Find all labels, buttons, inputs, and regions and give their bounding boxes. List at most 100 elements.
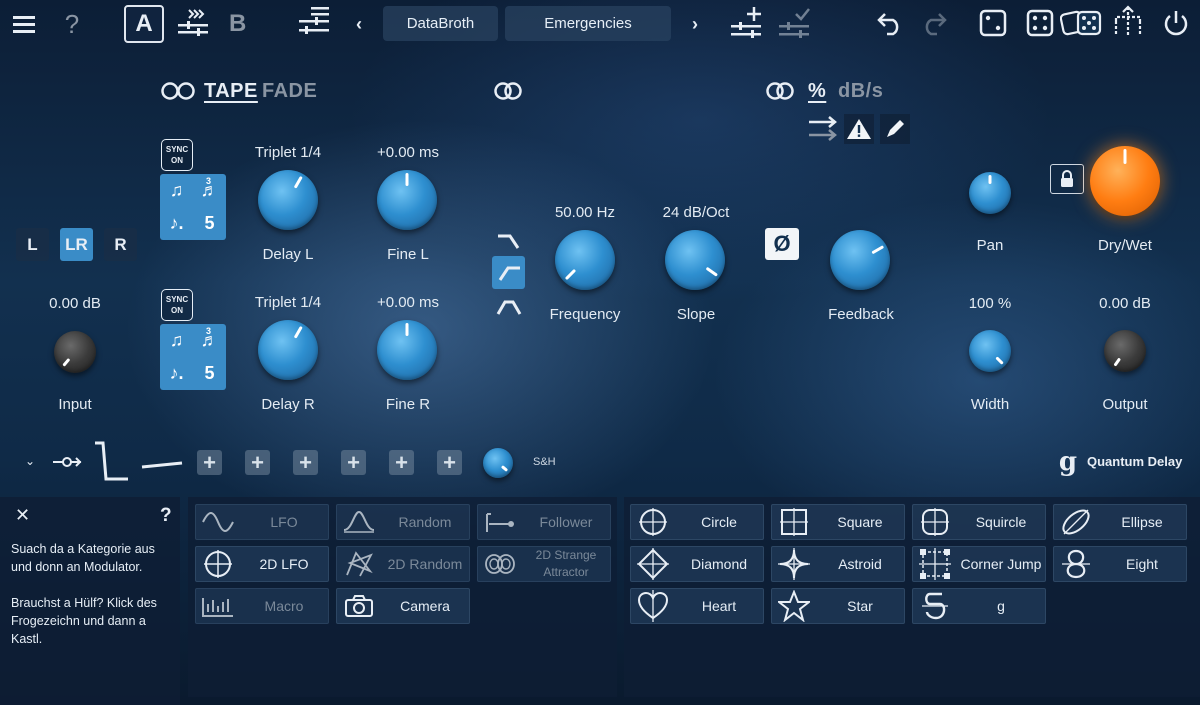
note-grid-l: ♫ ♬ 3 ♪. 5 bbox=[160, 174, 226, 240]
sync-l-button[interactable]: SYNC ON bbox=[161, 139, 193, 171]
collapse-chevron-icon[interactable]: ⌄ bbox=[22, 452, 38, 470]
note-count[interactable]: 5 bbox=[193, 207, 226, 240]
menu-icon[interactable] bbox=[12, 12, 36, 36]
delay-l-knob[interactable] bbox=[258, 170, 318, 230]
lock-icon[interactable] bbox=[1050, 164, 1084, 194]
delay-r-knob[interactable] bbox=[258, 320, 318, 380]
note-count[interactable]: 5 bbox=[193, 357, 226, 390]
modulator-macro-button[interactable]: Macro bbox=[195, 588, 329, 624]
knob-indicator bbox=[1123, 149, 1127, 165]
randomize-all-icon[interactable] bbox=[1060, 6, 1104, 40]
shape-circle-button[interactable]: Circle bbox=[630, 504, 764, 540]
power-icon[interactable] bbox=[1162, 8, 1190, 38]
input-label: Input bbox=[58, 396, 92, 413]
feedback-knob[interactable] bbox=[830, 230, 890, 290]
sync-l-bottom-label: ON bbox=[171, 156, 183, 165]
mod-slot-6[interactable]: + bbox=[437, 450, 462, 475]
mod-slot-5[interactable]: + bbox=[389, 450, 414, 475]
quarter-note-icon[interactable]: ♫ bbox=[160, 324, 193, 357]
modulator-label: 2D Random bbox=[387, 556, 463, 572]
bandpass-filter-button[interactable] bbox=[492, 290, 525, 323]
pan-knob[interactable] bbox=[969, 172, 1011, 214]
triplet-note-icon[interactable]: ♬ 3 bbox=[193, 174, 226, 207]
feedback-dbs-button[interactable]: dB/s bbox=[838, 80, 883, 103]
mod-slot-4[interactable]: + bbox=[341, 450, 366, 475]
modulator-attractor-button[interactable]: 2D Strange Attractor bbox=[477, 546, 611, 582]
redo-icon[interactable] bbox=[918, 8, 948, 38]
feedback-percent-button[interactable]: % bbox=[808, 80, 826, 103]
modulator-lfo-button[interactable]: LFO bbox=[195, 504, 329, 540]
feedback-link-icon[interactable] bbox=[766, 80, 794, 102]
shape-ellipse-button[interactable]: Ellipse bbox=[1053, 504, 1187, 540]
shape-label: Corner Jump bbox=[960, 556, 1042, 572]
prev-preset-icon[interactable]: ‹ bbox=[350, 12, 368, 36]
input-knob[interactable] bbox=[54, 331, 96, 373]
mod-shape-step-icon[interactable] bbox=[92, 440, 132, 482]
preset-bank-selector[interactable]: DataBroth bbox=[383, 6, 498, 41]
slope-knob[interactable] bbox=[665, 230, 725, 290]
mod-source-icon[interactable] bbox=[52, 452, 82, 472]
preset-list-icon[interactable] bbox=[296, 4, 332, 40]
copy-a-to-b-icon[interactable] bbox=[176, 6, 210, 40]
shape-diamond-button[interactable]: Diamond bbox=[630, 546, 764, 582]
channel-l-button[interactable]: L bbox=[16, 228, 49, 261]
preset-name-selector[interactable]: Emergencies bbox=[505, 6, 671, 41]
triplet-note-icon[interactable]: ♬ 3 bbox=[193, 324, 226, 357]
help-question-icon[interactable]: ? bbox=[160, 505, 172, 527]
mod-shape-flat-icon[interactable] bbox=[140, 458, 184, 472]
sync-r-button[interactable]: SYNC ON bbox=[161, 289, 193, 321]
fine-l-knob[interactable] bbox=[377, 170, 437, 230]
warning-icon[interactable] bbox=[844, 114, 874, 144]
dotted-note-icon[interactable]: ♪. bbox=[160, 357, 193, 390]
highpass-filter-button[interactable] bbox=[492, 256, 525, 289]
feedback-route-icon[interactable] bbox=[806, 112, 840, 144]
pen-icon[interactable] bbox=[880, 114, 910, 144]
quarter-note-icon[interactable]: ♫ bbox=[160, 174, 193, 207]
modulator-2d-lfo-button[interactable]: 2D LFO bbox=[195, 546, 329, 582]
fine-r-knob[interactable] bbox=[377, 320, 437, 380]
mod-slot-3[interactable]: + bbox=[293, 450, 318, 475]
channel-r-button[interactable]: R bbox=[104, 228, 137, 261]
preset-a-button[interactable]: A bbox=[124, 5, 164, 43]
modulator-random-button[interactable]: Random bbox=[336, 504, 470, 540]
dotted-note-icon[interactable]: ♪. bbox=[160, 207, 193, 240]
shape-eight-button[interactable]: Eight bbox=[1053, 546, 1187, 582]
randomize-small-icon[interactable] bbox=[978, 8, 1008, 38]
fade-mode-button[interactable]: FADE bbox=[262, 80, 317, 103]
tape-mode-button[interactable]: TAPE bbox=[204, 80, 258, 103]
lowpass-filter-button[interactable] bbox=[492, 224, 525, 257]
preset-b-button[interactable]: B bbox=[229, 10, 253, 38]
confirm-preset-icon[interactable] bbox=[776, 4, 814, 40]
close-help-icon[interactable]: ✕ bbox=[15, 505, 30, 526]
shape-star-button[interactable]: Star bbox=[771, 588, 905, 624]
randomize-medium-icon[interactable] bbox=[1025, 8, 1055, 38]
mod-slot-2[interactable]: + bbox=[245, 450, 270, 475]
shape-heart-button[interactable]: Heart bbox=[630, 588, 764, 624]
shape-squircle-button[interactable]: Squircle bbox=[912, 504, 1046, 540]
save-preset-icon[interactable] bbox=[728, 4, 766, 40]
sh-knob[interactable] bbox=[483, 448, 513, 478]
undo-icon[interactable] bbox=[876, 8, 906, 38]
brand-logo-icon: g bbox=[1058, 447, 1078, 477]
shape-astroid-button[interactable]: Astroid bbox=[771, 546, 905, 582]
modulator-2d-random-button[interactable]: 2D Random bbox=[336, 546, 470, 582]
output-knob[interactable] bbox=[1104, 330, 1146, 372]
drywet-knob[interactable] bbox=[1090, 146, 1160, 216]
next-preset-icon[interactable]: › bbox=[686, 12, 704, 36]
routing-icon[interactable] bbox=[1110, 4, 1146, 40]
link-rings-icon[interactable] bbox=[160, 80, 196, 102]
shape-g-button[interactable]: g bbox=[912, 588, 1046, 624]
modulator-camera-button[interactable]: Camera bbox=[336, 588, 470, 624]
g-shape-icon bbox=[913, 589, 957, 623]
phase-invert-button[interactable]: Ø bbox=[765, 228, 799, 260]
filter-link-icon[interactable] bbox=[494, 80, 522, 102]
frequency-knob[interactable] bbox=[555, 230, 615, 290]
channel-lr-button[interactable]: LR bbox=[60, 228, 93, 261]
width-knob[interactable] bbox=[969, 330, 1011, 372]
shape-square-button[interactable]: Square bbox=[771, 504, 905, 540]
modulator-follower-button[interactable]: Follower bbox=[477, 504, 611, 540]
channel-lr-label: LR bbox=[65, 234, 88, 254]
mod-slot-1[interactable]: + bbox=[197, 450, 222, 475]
help-icon[interactable]: ? bbox=[60, 8, 84, 40]
shape-corner-jump-button[interactable]: Corner Jump bbox=[912, 546, 1046, 582]
